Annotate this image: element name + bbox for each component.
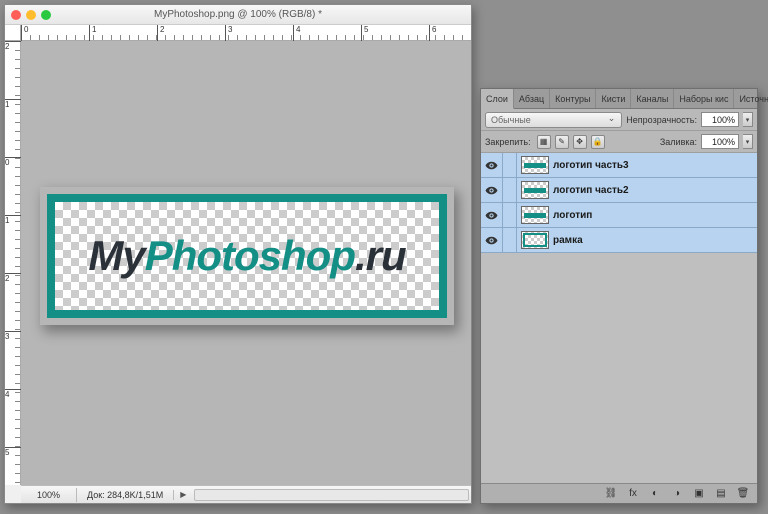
ruler-tick: 1	[5, 215, 21, 225]
panel-footer: ⛓ fx ◐ ◑ ▣ ▤ 🗑	[481, 483, 757, 503]
ruler-tick: 1	[89, 25, 96, 41]
eye-icon[interactable]	[481, 178, 503, 202]
move-lock-icon[interactable]: ✥	[573, 135, 587, 149]
link-column[interactable]	[503, 178, 517, 202]
blend-mode-value: Обычные	[491, 115, 531, 125]
zoom-level[interactable]: 100%	[21, 488, 77, 502]
logo-part1: My	[88, 232, 144, 279]
fill-label: Заливка:	[660, 137, 697, 147]
status-bar: 100% Док: 284,8K/1,51M ▶	[21, 485, 471, 503]
minimize-icon[interactable]	[26, 10, 36, 20]
adjustment-icon[interactable]: ◑	[669, 486, 685, 502]
fill-value: 100%	[712, 137, 735, 147]
doc-size-label: Док:	[87, 490, 105, 500]
tab-каналы[interactable]: Каналы	[631, 89, 674, 108]
mask-icon[interactable]: ◐	[647, 486, 663, 502]
layer-name[interactable]: логотип часть2	[553, 185, 629, 196]
ruler-tick: 5	[5, 447, 21, 457]
layer-thumbnail[interactable]	[521, 206, 549, 224]
blend-opacity-row: Обычные Непрозрачность: 100% ▾	[481, 109, 757, 131]
brush-lock-icon[interactable]: ✎	[555, 135, 569, 149]
ruler-vertical[interactable]: 2 1 0 1 2 3 4 5	[5, 41, 21, 485]
opacity-value: 100%	[712, 115, 735, 125]
ruler-tick: 1	[5, 99, 21, 109]
layer-name[interactable]: рамка	[553, 235, 583, 246]
canvas-area[interactable]: MyPhotoshop.ru	[21, 41, 471, 485]
ruler-tick: 4	[293, 25, 300, 41]
blend-mode-select[interactable]: Обычные	[485, 112, 622, 128]
layer-thumbnail[interactable]	[521, 181, 549, 199]
layer-thumbnail[interactable]	[521, 156, 549, 174]
group-icon[interactable]: ▣	[691, 486, 707, 502]
layer-name[interactable]: логотип	[553, 210, 592, 221]
scrollbar-horizontal[interactable]	[194, 489, 469, 501]
logo-part2: Photoshop	[145, 232, 355, 279]
doc-size-value: 284,8K/1,51M	[107, 490, 163, 500]
link-layers-icon[interactable]: ⛓	[603, 486, 619, 502]
ruler-tick: 3	[5, 331, 21, 341]
tab-слои[interactable]: Слои	[481, 89, 514, 109]
full-lock-icon[interactable]: 🔒	[591, 135, 605, 149]
logo-part3: .ru	[355, 232, 406, 279]
layer-thumbnail[interactable]	[521, 231, 549, 249]
layer-row[interactable]: рамка	[481, 228, 757, 253]
ruler-tick: 3	[225, 25, 232, 41]
document-window: MyPhotoshop.png @ 100% (RGB/8) * 0 1 2 3 4 5 6…	[4, 4, 472, 504]
layers-panel: СлоиАбзацКонтурыКистиКаналыНаборы кисИст…	[480, 88, 758, 504]
tab-источник кл[interactable]: Источник кл	[734, 89, 768, 108]
layer-row[interactable]: логотип	[481, 203, 757, 228]
ruler-tick: 6	[429, 25, 436, 41]
ruler-tick: 0	[21, 25, 28, 41]
link-column[interactable]	[503, 153, 517, 177]
chevron-down-icon[interactable]: ▾	[743, 112, 753, 127]
tab-контуры[interactable]: Контуры	[550, 89, 596, 108]
tab-кисти[interactable]: Кисти	[596, 89, 631, 108]
panel-tabs: СлоиАбзацКонтурыКистиКаналыНаборы кисИст…	[481, 89, 757, 109]
layer-row[interactable]: логотип часть3	[481, 153, 757, 178]
eye-icon[interactable]	[481, 228, 503, 252]
window-titlebar[interactable]: MyPhotoshop.png @ 100% (RGB/8) *	[5, 5, 471, 25]
ruler-tick: 2	[157, 25, 164, 41]
lock-fill-row: Закрепить: ▦ ✎ ✥ 🔒 Заливка: 100% ▾	[481, 131, 757, 153]
link-column[interactable]	[503, 203, 517, 227]
eye-icon[interactable]	[481, 203, 503, 227]
opacity-label: Непрозрачность:	[626, 115, 697, 125]
transparency-lock-icon[interactable]: ▦	[537, 135, 551, 149]
layer-list[interactable]: логотип часть3 логотип часть2 логотип рамка	[481, 153, 757, 483]
ruler-tick: 0	[5, 157, 21, 167]
trash-icon[interactable]: 🗑	[735, 486, 751, 502]
layer-name[interactable]: логотип часть3	[553, 160, 629, 171]
ruler-horizontal[interactable]: 0 1 2 3 4 5 6	[21, 25, 471, 41]
logo-text: MyPhotoshop.ru	[88, 232, 405, 280]
zoom-icon[interactable]	[41, 10, 51, 20]
ruler-tick: 2	[5, 41, 21, 51]
close-icon[interactable]	[11, 10, 21, 20]
fx-icon[interactable]: fx	[625, 486, 641, 502]
tab-абзац[interactable]: Абзац	[514, 89, 550, 108]
tab-наборы кис[interactable]: Наборы кис	[674, 89, 734, 108]
frame-shape: MyPhotoshop.ru	[47, 194, 447, 318]
layer-row[interactable]: логотип часть2	[481, 178, 757, 203]
ruler-tick: 5	[361, 25, 368, 41]
new-layer-icon[interactable]: ▤	[713, 486, 729, 502]
opacity-field[interactable]: 100%	[701, 112, 739, 127]
fill-field[interactable]: 100%	[701, 134, 739, 149]
lock-label: Закрепить:	[485, 137, 531, 147]
eye-icon[interactable]	[481, 153, 503, 177]
chevron-down-icon[interactable]: ▾	[743, 134, 753, 149]
chevron-right-icon[interactable]: ▶	[174, 490, 192, 499]
window-title: MyPhotoshop.png @ 100% (RGB/8) *	[5, 9, 471, 20]
ruler-tick: 4	[5, 389, 21, 399]
doc-size-info[interactable]: Док: 284,8K/1,51M	[77, 490, 174, 500]
link-column[interactable]	[503, 228, 517, 252]
artwork[interactable]: MyPhotoshop.ru	[39, 186, 455, 326]
ruler-origin[interactable]	[5, 25, 21, 41]
ruler-tick: 2	[5, 273, 21, 283]
